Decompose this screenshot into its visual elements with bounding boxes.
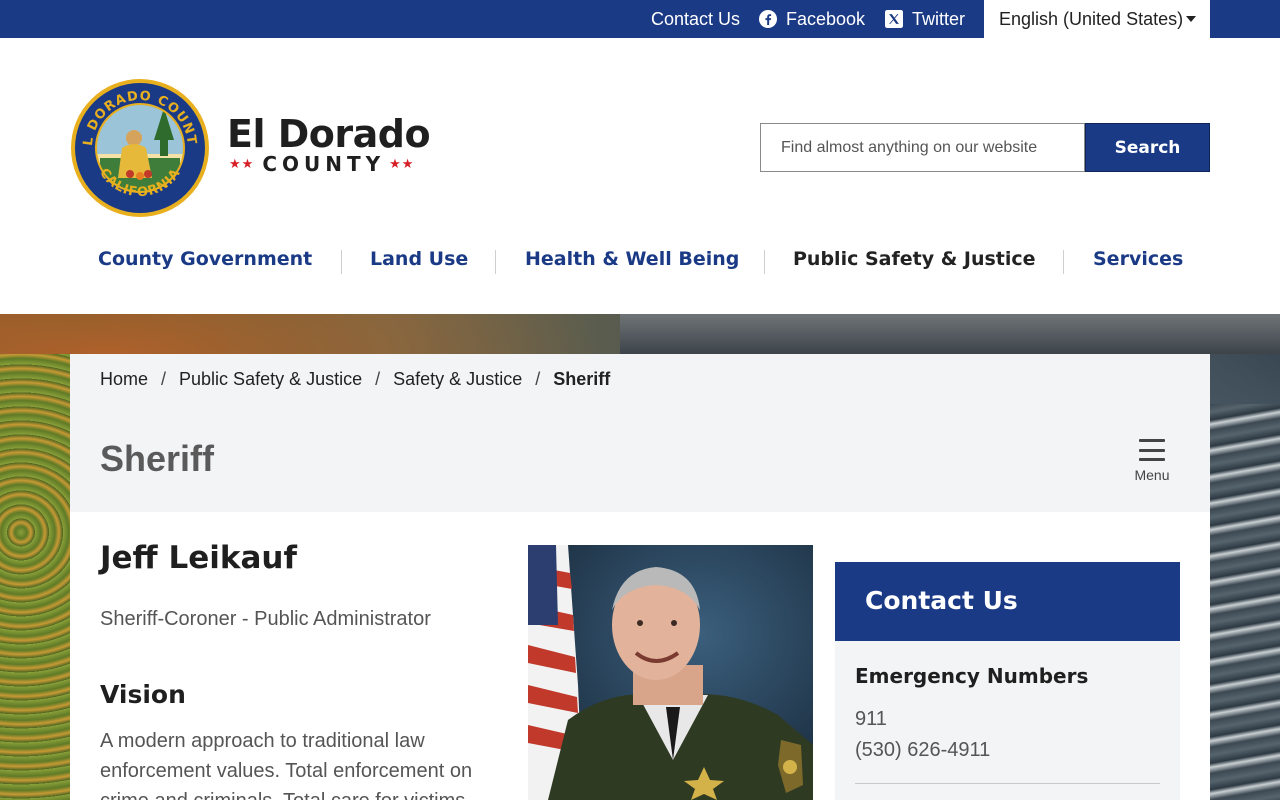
hero-foliage xyxy=(0,354,70,800)
emergency-number-dispatch[interactable]: (530) 626-4911 xyxy=(855,739,990,762)
section-menu-button[interactable]: Menu xyxy=(1128,439,1176,483)
facebook-icon xyxy=(759,10,777,28)
hamburger-menu-icon xyxy=(1139,439,1165,461)
utility-bar: Contact Us Facebook Twitter English (Uni… xyxy=(0,0,1280,38)
nav-divider xyxy=(495,250,496,274)
breadcrumb: Home / Public Safety & Justice / Safety … xyxy=(100,369,610,390)
emergency-number-911[interactable]: 911 xyxy=(855,708,887,731)
x-twitter-icon xyxy=(885,10,903,28)
nav-public-safety-justice[interactable]: Public Safety & Justice xyxy=(793,248,1036,270)
emergency-numbers-heading: Emergency Numbers xyxy=(855,664,1089,688)
nav-services[interactable]: Services xyxy=(1093,248,1183,270)
breadcrumb-home[interactable]: Home xyxy=(100,369,148,390)
breadcrumb-safety-justice[interactable]: Safety & Justice xyxy=(393,369,522,390)
nav-county-government[interactable]: County Government xyxy=(98,248,312,270)
facebook-label: Facebook xyxy=(786,8,866,29)
search-button[interactable]: Search xyxy=(1085,123,1210,172)
sheriff-title: Sheriff-Coroner - Public Administrator xyxy=(100,608,431,630)
hero-sky xyxy=(620,314,1280,354)
page-title: Sheriff xyxy=(100,438,215,479)
nav-divider xyxy=(764,250,765,274)
nav-health-well-being[interactable]: Health & Well Being xyxy=(525,248,739,270)
nav-divider xyxy=(341,250,342,274)
twitter-link[interactable]: Twitter xyxy=(885,0,965,38)
brand-subtitle-text: COUNTY xyxy=(262,152,386,176)
sheriff-portrait-image xyxy=(528,545,813,800)
twitter-label: Twitter xyxy=(912,8,966,29)
vision-text: A modern approach to traditional law enf… xyxy=(100,730,473,800)
main-navigation: County Government Land Use Health & Well… xyxy=(0,248,1280,276)
breadcrumb-separator: / xyxy=(375,369,381,389)
breadcrumb-separator: / xyxy=(535,369,541,389)
language-selected-value: English (United States) xyxy=(999,8,1184,29)
breadcrumb-public-safety-justice[interactable]: Public Safety & Justice xyxy=(179,369,362,390)
contact-us-header: Contact Us xyxy=(835,562,1180,641)
facebook-link[interactable]: Facebook xyxy=(759,0,865,38)
breadcrumb-current: Sheriff xyxy=(553,369,611,389)
brand-subtitle: ★★ COUNTY ★★ xyxy=(229,152,414,176)
breadcrumb-separator: / xyxy=(161,369,167,389)
nav-divider xyxy=(1063,250,1064,274)
hero-waves xyxy=(1210,404,1280,800)
contact-us-link[interactable]: Contact Us xyxy=(651,0,740,38)
county-seal-logo[interactable]: EL DORADO COUNTY CALIFORNIA xyxy=(70,78,210,218)
sheriff-name: Jeff Leikauf xyxy=(100,540,297,576)
contact-us-heading: Contact Us xyxy=(865,586,1018,615)
menu-label: Menu xyxy=(1134,467,1170,483)
nav-land-use[interactable]: Land Use xyxy=(370,248,468,270)
search-input[interactable] xyxy=(760,123,1085,172)
star-icon: ★★ xyxy=(389,156,415,172)
contact-divider xyxy=(855,783,1160,784)
brand-name[interactable]: El Dorado xyxy=(227,112,431,156)
language-select[interactable]: English (United States) xyxy=(984,0,1210,38)
star-icon: ★★ xyxy=(229,156,255,172)
caret-down-icon xyxy=(1186,16,1196,22)
vision-heading: Vision xyxy=(100,680,186,709)
